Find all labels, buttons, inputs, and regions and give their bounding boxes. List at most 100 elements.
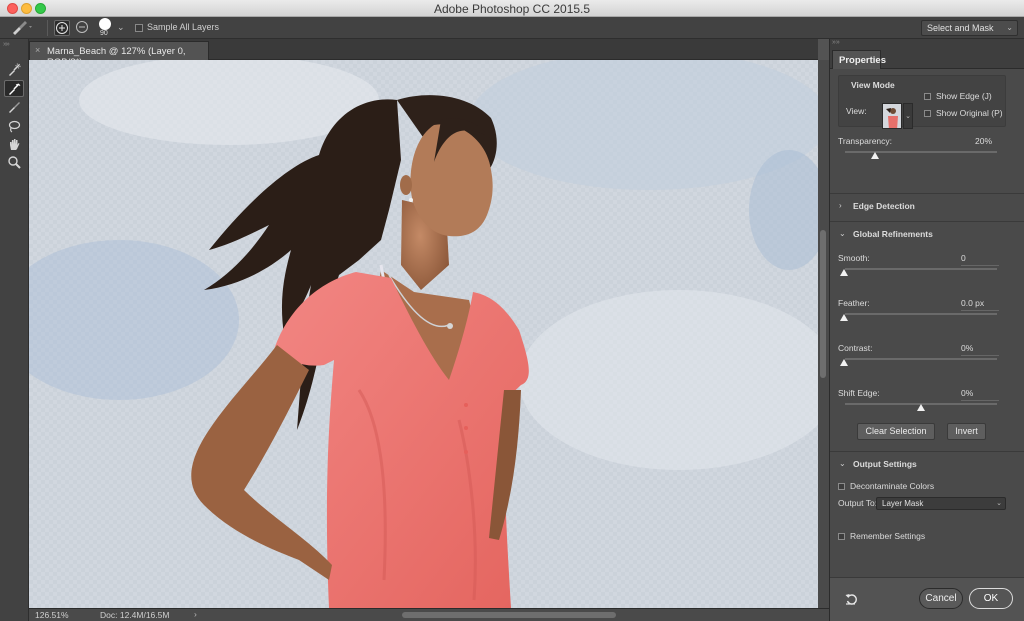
undo-arrow-icon — [845, 594, 857, 605]
properties-panel: »» Properties View Mode View: ⌄ Show Edg… — [829, 39, 1024, 621]
decontaminate-colors-checkbox[interactable] — [838, 483, 845, 490]
feather-value[interactable]: 0.0 px — [961, 298, 984, 308]
document-tab[interactable]: × Marna_Beach @ 127% (Layer 0, RGB/8*) — [29, 41, 209, 68]
brush-size-value: 90 — [100, 30, 108, 37]
shift-edge-value[interactable]: 0% — [961, 388, 973, 398]
edge-detection-heading: Edge Detection — [853, 201, 915, 211]
feather-slider-track[interactable] — [845, 313, 997, 315]
shift-edge-slider-knob[interactable] — [917, 404, 925, 411]
properties-body: View Mode View: ⌄ Show Edge (J) Show Ori… — [830, 69, 1024, 577]
smooth-value-underline — [961, 265, 999, 266]
hand-icon — [10, 138, 20, 150]
view-mode-chevron-icon[interactable]: ⌄ — [903, 103, 913, 129]
section-divider — [830, 451, 1024, 452]
chevron-down-icon: ⌄ — [839, 459, 846, 468]
zoom-tool[interactable] — [4, 153, 24, 170]
transparency-slider-knob[interactable] — [871, 152, 879, 159]
output-settings-heading: Output Settings — [853, 459, 917, 469]
brush-size-preview[interactable] — [99, 18, 111, 30]
smooth-value[interactable]: 0 — [961, 253, 966, 263]
smooth-slider-track[interactable] — [845, 268, 997, 270]
panel-collapse-icon[interactable]: »» — [832, 39, 840, 46]
output-settings-header[interactable]: ⌄ Output Settings — [830, 454, 1024, 476]
title-bar: Adobe Photoshop CC 2015.5 — [0, 0, 1024, 17]
vertical-scroll-thumb[interactable] — [820, 230, 826, 378]
section-divider — [830, 221, 1024, 222]
chevron-down-icon[interactable]: ⌄ — [117, 22, 125, 33]
chevron-down-icon: ⌄ — [1006, 23, 1013, 32]
view-mode-preview-icon — [883, 104, 901, 128]
sample-all-layers-label: Sample All Layers — [147, 22, 220, 32]
properties-tab-bar: Properties — [830, 47, 1024, 69]
remember-settings-checkbox[interactable] — [838, 533, 845, 540]
output-to-dropdown[interactable]: Layer Mask ⌄ — [876, 497, 1006, 510]
show-edge-checkbox[interactable] — [924, 93, 931, 100]
quick-select-brush-icon — [9, 63, 21, 76]
feather-slider-knob[interactable] — [840, 314, 848, 321]
contrast-value[interactable]: 0% — [961, 343, 973, 353]
view-label: View: — [846, 106, 867, 116]
vertical-scrollbar[interactable] — [818, 60, 829, 608]
cancel-button[interactable]: Cancel — [919, 588, 963, 609]
brush-tool[interactable] — [4, 98, 24, 115]
refine-edge-brush-tool[interactable] — [4, 80, 24, 97]
options-separator — [47, 20, 48, 36]
subtract-from-selection-button[interactable] — [75, 20, 91, 36]
view-mode-thumbnail[interactable] — [882, 103, 902, 129]
quick-selection-tool[interactable] — [4, 61, 24, 78]
tools-panel: »» — [0, 39, 29, 621]
minus-circle-icon — [76, 21, 88, 33]
edge-detection-header[interactable]: › Edge Detection — [830, 196, 1024, 218]
photo-woman-on-beach — [29, 60, 818, 608]
image-canvas[interactable] — [29, 60, 818, 608]
shift-edge-label: Shift Edge: — [838, 388, 880, 398]
workspace-dropdown-value: Select and Mask — [927, 23, 994, 33]
sample-all-layers-checkbox[interactable] — [135, 24, 143, 32]
chevron-right-icon[interactable]: › — [194, 609, 197, 619]
chevron-down-icon: ⌄ — [996, 500, 1002, 507]
horizontal-scroll-thumb[interactable] — [402, 612, 616, 618]
brush-icon — [9, 101, 20, 113]
reset-icon[interactable] — [844, 592, 858, 606]
show-original-label: Show Original (P) — [936, 108, 1003, 118]
options-bar: 90 ⌄ Sample All Layers Select and Mask ⌄ — [0, 17, 1024, 39]
window-title: Adobe Photoshop CC 2015.5 — [433, 2, 591, 16]
feather-label: Feather: — [838, 298, 870, 308]
lasso-icon — [8, 120, 21, 133]
output-to-label: Output To: — [838, 498, 878, 508]
feather-value-underline — [961, 310, 999, 311]
zoom-icon — [8, 155, 21, 169]
transparency-value[interactable]: 20% — [975, 136, 992, 146]
remember-settings-label: Remember Settings — [850, 531, 926, 541]
tab-properties[interactable]: Properties — [832, 50, 886, 69]
ok-button[interactable]: OK — [969, 588, 1013, 609]
hand-tool[interactable] — [4, 135, 24, 152]
smooth-label: Smooth: — [838, 253, 870, 263]
properties-footer: Cancel OK — [830, 577, 1024, 621]
add-to-selection-button[interactable] — [54, 20, 70, 36]
contrast-slider-track[interactable] — [845, 358, 997, 360]
global-refinements-header[interactable]: ⌄ Global Refinements — [830, 224, 1024, 246]
document-tab-strip: × Marna_Beach @ 127% (Layer 0, RGB/8*) — [29, 39, 818, 68]
global-refinements-heading: Global Refinements — [853, 229, 933, 239]
chevron-right-icon: › — [839, 201, 842, 210]
transparency-slider-track[interactable] — [845, 151, 997, 153]
contrast-label: Contrast: — [838, 343, 873, 353]
zoom-level[interactable]: 126.51% — [35, 610, 69, 620]
section-divider — [830, 193, 1024, 194]
tool-preset-picker[interactable] — [10, 20, 34, 36]
show-original-checkbox[interactable] — [924, 110, 931, 117]
plus-circle-icon — [56, 22, 68, 34]
brush-preset-icon — [13, 21, 32, 35]
invert-button[interactable]: Invert — [947, 423, 986, 440]
contrast-value-underline — [961, 355, 999, 356]
smooth-slider-knob[interactable] — [840, 269, 848, 276]
clear-selection-button[interactable]: Clear Selection — [857, 423, 935, 440]
panel-collapse-icon[interactable]: »» — [3, 41, 10, 48]
contrast-slider-knob[interactable] — [840, 359, 848, 366]
workspace-dropdown[interactable]: Select and Mask ⌄ — [921, 20, 1018, 36]
document-size: Doc: 12.4M/16.5M — [100, 610, 170, 620]
panel-grip: »» — [830, 39, 1024, 47]
close-tab-icon[interactable]: × — [35, 45, 40, 55]
lasso-tool[interactable] — [4, 117, 24, 134]
